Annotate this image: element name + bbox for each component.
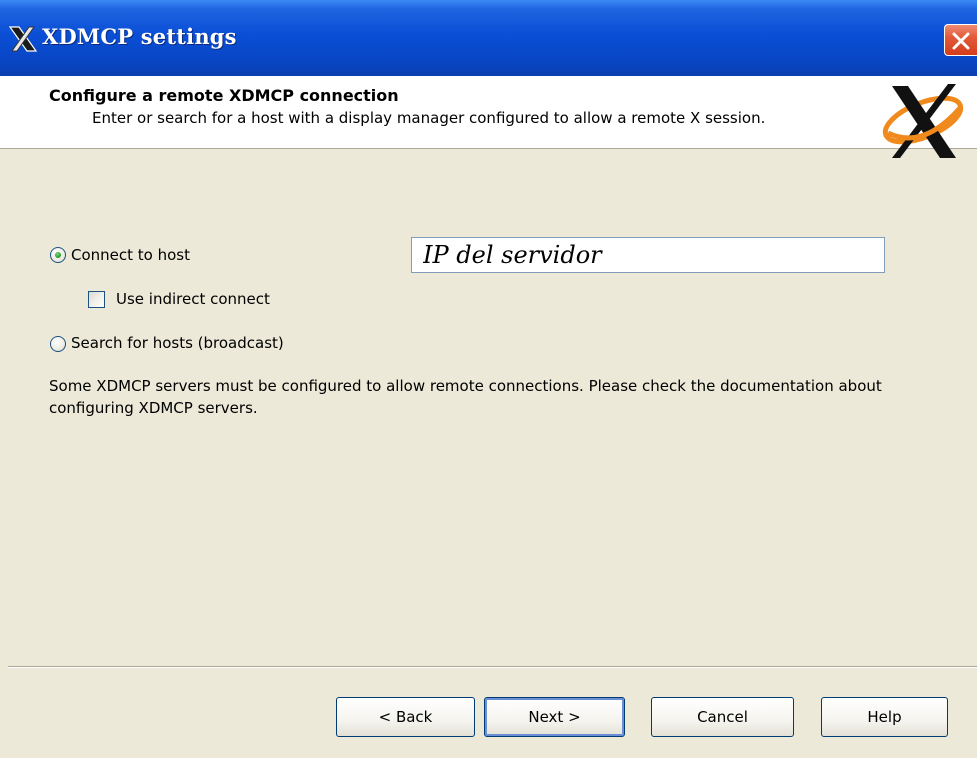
info-text: Some XDMCP servers must be configured to… — [49, 377, 882, 417]
xdmcp-settings-dialog: XDMCP settings Configure a remote XDMCP … — [0, 0, 977, 758]
back-button[interactable]: < Back — [336, 697, 475, 737]
use-indirect-connect-label[interactable]: Use indirect connect — [116, 290, 270, 308]
help-button[interactable]: Help — [821, 697, 948, 737]
cancel-button[interactable]: Cancel — [651, 697, 794, 737]
connect-to-host-label[interactable]: Connect to host — [71, 246, 190, 264]
close-icon — [952, 32, 970, 50]
host-input[interactable] — [411, 237, 885, 273]
header-title: Configure a remote XDMCP connection — [49, 86, 399, 105]
wizard-body: Connect to host Use indirect connect Sea… — [0, 149, 977, 666]
next-button[interactable]: Next > — [484, 697, 625, 737]
search-hosts-broadcast-label[interactable]: Search for hosts (broadcast) — [71, 334, 284, 352]
connect-to-host-radio[interactable] — [50, 247, 66, 263]
x-window-system-icon — [8, 26, 38, 52]
search-hosts-broadcast-radio[interactable] — [50, 336, 66, 352]
footer-bottom-edge — [0, 750, 977, 758]
window-title: XDMCP settings — [42, 24, 237, 49]
close-button[interactable] — [944, 24, 977, 56]
radio-selected-dot — [55, 252, 61, 258]
wizard-header: Configure a remote XDMCP connection Ente… — [0, 76, 977, 158]
use-indirect-connect-checkbox[interactable] — [88, 291, 105, 308]
footer-separator — [8, 666, 977, 668]
header-description: Enter or search for a host with a displa… — [92, 109, 766, 127]
title-bar[interactable]: XDMCP settings — [0, 0, 977, 76]
